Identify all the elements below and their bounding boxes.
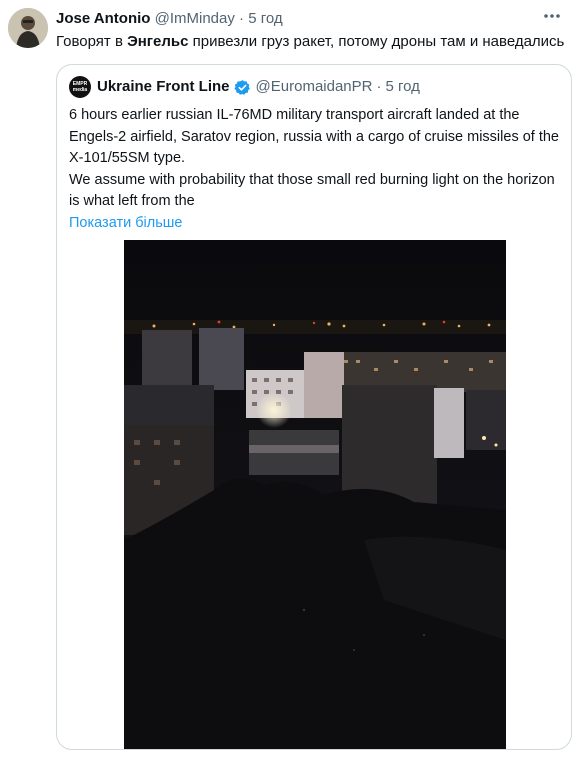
quoted-author-avatar[interactable]: EMPR media <box>69 76 91 98</box>
quoted-text-paragraph-1: 6 hours earlier russian IL-76MD military… <box>69 107 559 166</box>
quoted-text-paragraph-2: We assume with probability that those sm… <box>69 171 555 210</box>
verified-badge-icon <box>233 79 251 96</box>
video-media[interactable] <box>124 240 506 749</box>
night-city-video-frame <box>124 240 506 749</box>
quoted-separator-dot: · <box>376 78 382 95</box>
quoted-avatar-text-bottom: media <box>72 87 88 93</box>
tweet-text-bold: Энгельс <box>127 33 189 50</box>
quoted-tweet-text: 6 hours earlier russian IL-76MD military… <box>69 105 561 234</box>
quoted-tweet[interactable]: EMPR media Ukraine Front Line @Euromaida… <box>56 64 572 750</box>
more-options-button[interactable] <box>540 6 564 26</box>
tweet-time[interactable]: 5 год <box>248 10 282 27</box>
tweet-text: Говорят в Энгельс привезли груз ракет, п… <box>56 32 564 52</box>
quoted-tweet-time[interactable]: 5 год <box>385 77 419 97</box>
quoted-author-name[interactable]: Ukraine Front Line <box>97 77 230 97</box>
separator-dot: · <box>239 10 245 27</box>
quoted-tweet-header: EMPR media Ukraine Front Line @Euromaida… <box>69 76 420 98</box>
tweet-text-start: Говорят в <box>56 33 128 50</box>
author-handle[interactable]: @ImMinday <box>155 10 235 27</box>
tweet-text-end: привезли груз ракет, потому дроны там и … <box>188 33 565 50</box>
show-more-link[interactable]: Показати більше <box>69 215 182 231</box>
more-horizontal-icon <box>544 14 560 18</box>
author-name[interactable]: Jose Antonio <box>56 10 150 27</box>
author-avatar[interactable] <box>8 8 48 48</box>
tweet-header: Jose Antonio @ImMinday · 5 год <box>56 10 283 28</box>
quoted-author-handle[interactable]: @EuromaidanPR <box>256 77 373 97</box>
